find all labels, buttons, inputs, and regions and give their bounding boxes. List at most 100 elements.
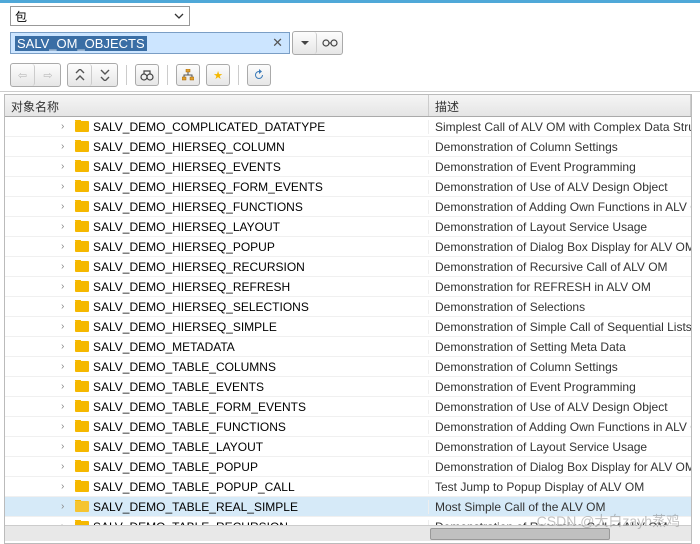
object-name: SALV_DEMO_TABLE_COLUMNS: [93, 360, 276, 374]
object-type-dropdown[interactable]: 包: [10, 6, 190, 26]
object-name-cell: › SALV_DEMO_TABLE_EVENTS: [5, 380, 429, 394]
expand-icon[interactable]: ›: [61, 221, 71, 232]
expand-all-button[interactable]: [93, 64, 117, 86]
expand-icon[interactable]: ›: [61, 501, 71, 512]
table-row[interactable]: ›SALV_DEMO_TABLE_POPUP_CALLTest Jump to …: [5, 477, 691, 497]
folder-icon: [75, 481, 89, 492]
nav-button-group: ⇦ ⇨: [10, 63, 61, 87]
expand-icon[interactable]: ›: [61, 201, 71, 212]
object-name: SALV_DEMO_TABLE_POPUP_CALL: [93, 480, 295, 494]
table-row[interactable]: ›SALV_DEMO_HIERSEQ_SIMPLEDemonstration o…: [5, 317, 691, 337]
table-row[interactable]: ›SALV_DEMO_TABLE_REAL_SIMPLEMost Simple …: [5, 497, 691, 517]
glasses-search-button[interactable]: [318, 32, 342, 54]
object-desc-cell: Demonstration of Dialog Box Display for …: [429, 460, 691, 474]
back-button[interactable]: ⇦: [11, 64, 35, 86]
collapse-all-button[interactable]: [68, 64, 92, 86]
object-name: SALV_DEMO_HIERSEQ_SELECTIONS: [93, 300, 309, 314]
filter-row: 包: [0, 3, 700, 29]
folder-icon: [75, 421, 89, 432]
column-header-name[interactable]: 对象名称: [5, 95, 429, 116]
forward-button[interactable]: ⇨: [36, 64, 60, 86]
object-desc-cell: Demonstration of Adding Own Functions in…: [429, 420, 691, 434]
expand-icon[interactable]: ›: [61, 181, 71, 192]
object-desc-cell: Demonstration of Event Programming: [429, 160, 691, 174]
table-row[interactable]: › SALV_DEMO_HIERSEQ_POPUP Demonstration of…: [5, 237, 691, 257]
expand-icon[interactable]: ›: [61, 161, 71, 172]
table-row[interactable]: ›SALV_DEMO_HIERSEQ_FUNCTIONSDemonstratio…: [5, 197, 691, 217]
object-name: SALV_DEMO_TABLE_EVENTS: [93, 380, 264, 394]
refresh-button[interactable]: [247, 64, 271, 86]
object-name-cell: ›SALV_DEMO_HIERSEQ_REFRESH: [5, 280, 429, 294]
separator: [238, 65, 239, 85]
expand-icon[interactable]: ›: [61, 281, 71, 292]
object-name-cell: ›SALV_DEMO_HIERSEQ_SIMPLE: [5, 320, 429, 334]
object-desc-cell: Demonstration of Layout Service Usage: [429, 220, 691, 234]
scrollbar-thumb[interactable]: [430, 528, 610, 540]
table-row[interactable]: › SALV_DEMO_TABLE_EVENTS Demonstration of …: [5, 377, 691, 397]
column-header-desc[interactable]: 描述: [429, 95, 691, 116]
folder-icon: [75, 401, 89, 412]
object-name-cell: › SALV_DEMO_TABLE_POPUP_CALL: [5, 480, 429, 494]
object-desc-cell: Demonstration of Event Programming: [429, 380, 691, 394]
object-name: SALV_DEMO_METADATA: [93, 340, 235, 354]
clear-icon[interactable]: ✕: [272, 35, 285, 51]
search-input[interactable]: SALV_OM_OBJECTS ✕: [10, 32, 290, 54]
expand-icon[interactable]: ›: [61, 141, 71, 152]
object-name-cell: ›SALV_DEMO_TABLE_RECURSION: [5, 520, 429, 526]
table-header: 对象名称 描述: [5, 95, 691, 117]
table-row[interactable]: ›SALV_DEMO_TABLE_POPUPDemonstration of D…: [5, 457, 691, 477]
expand-icon[interactable]: ›: [61, 461, 71, 472]
table-row[interactable]: ›SALV_DEMO_HIERSEQ_RECURSIONDemonstratio…: [5, 257, 691, 277]
object-name: SALV_DEMO_TABLE_FORM_EVENTS: [93, 400, 306, 414]
expand-icon[interactable]: ›: [61, 341, 71, 352]
expand-icon[interactable]: ›: [61, 481, 71, 492]
table-row[interactable]: ›SALV_DEMO_TABLE_LAYOUTDemonstration of …: [5, 437, 691, 457]
folder-icon: [75, 301, 89, 312]
horizontal-scrollbar[interactable]: [5, 525, 691, 541]
object-name-cell: › SALV_DEMO_METADATA: [5, 340, 429, 354]
object-table: 对象名称 描述 ›SALV_DEMO_COMPLICATED_DATATYPES…: [4, 94, 692, 544]
expand-icon[interactable]: ›: [61, 261, 71, 272]
hierarchy-button[interactable]: [176, 64, 200, 86]
table-row[interactable]: ›SALV_DEMO_HIERSEQ_REFRESHDemonstration …: [5, 277, 691, 297]
folder-icon: [75, 181, 89, 192]
expand-icon[interactable]: ›: [61, 381, 71, 392]
folder-icon: [75, 381, 89, 392]
object-desc-cell: Demonstration of Dialog Box Display for …: [429, 240, 691, 254]
table-row[interactable]: ›SALV_DEMO_HIERSEQ_LAYOUTDemonstration o…: [5, 217, 691, 237]
toolbar: ⇦ ⇨ ★: [0, 59, 700, 92]
table-row[interactable]: ›SALV_DEMO_TABLE_RECURSIONDemonstration …: [5, 517, 691, 525]
object-name-cell: › SALV_DEMO_TABLE_FORM_EVENTS: [5, 400, 429, 414]
folder-icon: [75, 521, 89, 525]
expand-icon[interactable]: ›: [61, 421, 71, 432]
expand-icon[interactable]: ›: [61, 241, 71, 252]
table-row[interactable]: ›SALV_DEMO_HIERSEQ_EVENTSDemonstration o…: [5, 157, 691, 177]
table-row[interactable]: ›SALV_DEMO_HIERSEQ_FORM_EVENTSDemonstrat…: [5, 177, 691, 197]
object-desc-cell: Demonstration of Selections: [429, 300, 691, 314]
expand-icon[interactable]: ›: [61, 361, 71, 372]
dropdown-history-button[interactable]: [293, 32, 317, 54]
favorite-button[interactable]: ★: [206, 64, 230, 86]
object-desc-cell: Demonstration of Use of ALV Design Objec…: [429, 180, 691, 194]
table-body[interactable]: ›SALV_DEMO_COMPLICATED_DATATYPESimplest …: [5, 117, 691, 525]
find-button[interactable]: [135, 64, 159, 86]
expand-icon[interactable]: ›: [61, 521, 71, 525]
table-row[interactable]: › SALV_DEMO_TABLE_FORM_EVENTS Demonstratio…: [5, 397, 691, 417]
table-row[interactable]: ›SALV_DEMO_METADATADemonstration of Sett…: [5, 337, 691, 357]
table-row[interactable]: ›SALV_DEMO_TABLE_COLUMNSDemonstration of…: [5, 357, 691, 377]
expand-icon[interactable]: ›: [61, 441, 71, 452]
expand-icon[interactable]: ›: [61, 121, 71, 132]
expand-icon[interactable]: ›: [61, 401, 71, 412]
folder-icon: [75, 261, 89, 272]
table-row[interactable]: › SALV_DEMO_HIERSEQ_SELECTIONS Demonstrati…: [5, 297, 691, 317]
object-desc-cell: Demonstration of Use of ALV Design Objec…: [429, 400, 691, 414]
object-name: SALV_DEMO_HIERSEQ_POPUP: [93, 240, 275, 254]
table-row[interactable]: ›SALV_DEMO_HIERSEQ_COLUMNDemonstration o…: [5, 137, 691, 157]
search-row: SALV_OM_OBJECTS ✕: [0, 29, 700, 59]
object-desc-cell: Simplest Call of ALV OM with Complex Dat…: [429, 120, 691, 134]
table-row[interactable]: ›SALV_DEMO_TABLE_FUNCTIONSDemonstration …: [5, 417, 691, 437]
expand-icon[interactable]: ›: [61, 301, 71, 312]
expand-icon[interactable]: ›: [61, 321, 71, 332]
object-desc-cell: Demonstration of Column Settings: [429, 140, 691, 154]
table-row[interactable]: ›SALV_DEMO_COMPLICATED_DATATYPESimplest …: [5, 117, 691, 137]
